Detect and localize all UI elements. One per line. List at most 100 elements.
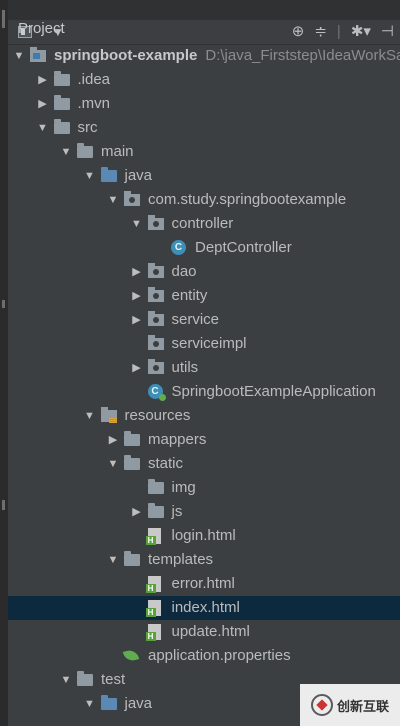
tree-item[interactable]: ▶ entity — [8, 284, 400, 308]
package-icon — [147, 311, 164, 326]
expand-arrow-icon[interactable]: ▼ — [130, 212, 144, 236]
tree-item[interactable]: ▼ main — [8, 140, 400, 164]
tree-item-label: .mvn — [77, 95, 111, 112]
tree-item[interactable]: ▼ src — [8, 116, 400, 140]
collapse-arrow-icon[interactable]: ▶ — [36, 92, 50, 116]
hide-icon[interactable]: ⊣ — [381, 20, 394, 44]
tree-item[interactable]: ▶ .mvn — [8, 92, 400, 116]
tree-item[interactable]: ▼ springboot-example D:\java_Firststep\Ide… — [8, 44, 400, 68]
expand-arrow-icon[interactable]: ▼ — [83, 692, 97, 716]
html-file-icon — [145, 528, 161, 545]
tree-item-label: serviceimpl — [171, 335, 247, 352]
expand-arrow-icon[interactable]: ▼ — [83, 164, 97, 188]
tree-item-label: login.html — [171, 527, 236, 544]
project-toolbar: Project ▼ ⊕ ≑ | ✱▾ ⊣ — [8, 20, 400, 45]
resources-folder-icon — [100, 407, 117, 424]
target-icon[interactable]: ⊕ — [292, 20, 305, 44]
tree-item-label: js — [171, 503, 183, 520]
package-icon — [147, 287, 164, 302]
project-tree: ▼ springboot-example D:\java_Firststep\Ide… — [8, 44, 400, 726]
module-path: D:\java_Firststep\IdeaWorkSa — [205, 47, 400, 64]
tree-item-label: controller — [171, 215, 234, 232]
collapse-arrow-icon[interactable]: ▶ — [130, 308, 144, 332]
view-selector[interactable]: Project ▼ — [18, 20, 65, 39]
package-icon — [147, 359, 164, 374]
tree-item[interactable]: update.html — [8, 620, 400, 644]
gear-icon[interactable]: ✱▾ — [351, 20, 371, 44]
expand-arrow-icon[interactable]: ▼ — [59, 668, 73, 692]
source-folder-icon — [100, 167, 117, 182]
tree-item-label: java — [124, 695, 153, 712]
package-icon — [147, 335, 164, 350]
tree-item[interactable]: ▼ java — [8, 164, 400, 188]
tree-item-label: index.html — [171, 599, 240, 616]
expand-arrow-icon[interactable]: ▼ — [12, 44, 26, 68]
collapse-arrow-icon[interactable]: ▶ — [130, 284, 144, 308]
properties-file-icon — [124, 649, 140, 663]
tree-item[interactable]: error.html — [8, 572, 400, 596]
folder-icon — [77, 671, 93, 686]
collapse-icon[interactable]: ≑ — [314, 20, 327, 44]
tree-item[interactable]: ▼ resources — [8, 404, 400, 428]
tree-item[interactable]: serviceimpl — [8, 332, 400, 356]
html-file-icon — [145, 576, 161, 593]
strip-marker — [2, 500, 5, 510]
collapse-arrow-icon[interactable]: ▶ — [130, 356, 144, 380]
tree-item-label: test — [101, 671, 126, 688]
tree-item[interactable]: ▶ mappers — [8, 428, 400, 452]
tree-item-label: entity — [171, 287, 208, 304]
expand-arrow-icon[interactable]: ▼ — [36, 116, 50, 140]
tree-item-label: error.html — [171, 575, 235, 592]
collapse-arrow-icon[interactable]: ▶ — [130, 260, 144, 284]
tree-item[interactable]: C DeptController — [8, 236, 400, 260]
tree-item-label: DeptController — [195, 239, 292, 256]
expand-arrow-icon[interactable]: ▼ — [83, 404, 97, 428]
tree-item-label: mappers — [148, 431, 207, 448]
folder-icon — [53, 95, 70, 110]
tree-item-label: SpringbootExampleApplication — [171, 383, 376, 400]
tree-item-label: springboot-example D:\java_Firststep\Idea… — [54, 44, 400, 68]
tree-item[interactable]: application.properties — [8, 644, 400, 668]
package-icon — [147, 263, 164, 278]
tree-item[interactable]: C SpringbootExampleApplication — [8, 380, 400, 404]
tree-item-label: com.study.springbootexample — [148, 191, 347, 208]
tree-item[interactable]: img — [8, 476, 400, 500]
html-file-icon — [145, 600, 161, 617]
tree-item[interactable]: login.html — [8, 524, 400, 548]
tree-item-label: .idea — [77, 71, 111, 88]
folder-icon — [147, 503, 164, 518]
tree-item[interactable]: ▼ static — [8, 452, 400, 476]
html-file-icon — [145, 624, 161, 641]
tree-item-label: dao — [171, 263, 197, 280]
tree-item[interactable]: ▼ com.study.springbootexample — [8, 188, 400, 212]
tree-item[interactable]: ▶ service — [8, 308, 400, 332]
folder-icon — [77, 143, 93, 158]
tree-item-label: update.html — [171, 623, 250, 640]
tree-item[interactable]: ▶ utils — [8, 356, 400, 380]
tree-item[interactable]: ▼ templates — [8, 548, 400, 572]
tree-item[interactable]: ▶ dao — [8, 260, 400, 284]
expand-arrow-icon[interactable]: ▼ — [59, 140, 73, 164]
tree-item-label: templates — [148, 551, 214, 568]
toolbar-actions: ⊕ ≑ | ✱▾ ⊣ — [292, 20, 394, 44]
collapse-arrow-icon[interactable]: ▶ — [106, 428, 120, 452]
collapse-arrow-icon[interactable]: ▶ — [36, 68, 50, 92]
tree-item-label: application.properties — [148, 647, 291, 664]
watermark-text: 创新互联 — [336, 698, 389, 714]
folder-icon — [147, 479, 164, 494]
tree-item-label: service — [171, 311, 220, 328]
folder-icon — [53, 119, 70, 134]
expand-arrow-icon[interactable]: ▼ — [106, 452, 120, 476]
watermark-logo-icon — [310, 694, 333, 716]
module-folder-icon — [30, 47, 46, 62]
expand-arrow-icon[interactable]: ▼ — [106, 548, 120, 572]
package-icon — [147, 215, 164, 230]
tree-item[interactable]: ▶ js — [8, 500, 400, 524]
tree-item-label: main — [101, 143, 134, 160]
collapse-arrow-icon[interactable]: ▶ — [130, 500, 144, 524]
java-class-icon: C — [171, 240, 186, 255]
tree-item[interactable]: ▼ controller — [8, 212, 400, 236]
tree-item[interactable]: ▶ .idea — [8, 68, 400, 92]
tree-item[interactable]: index.html — [8, 596, 400, 620]
expand-arrow-icon[interactable]: ▼ — [106, 188, 120, 212]
